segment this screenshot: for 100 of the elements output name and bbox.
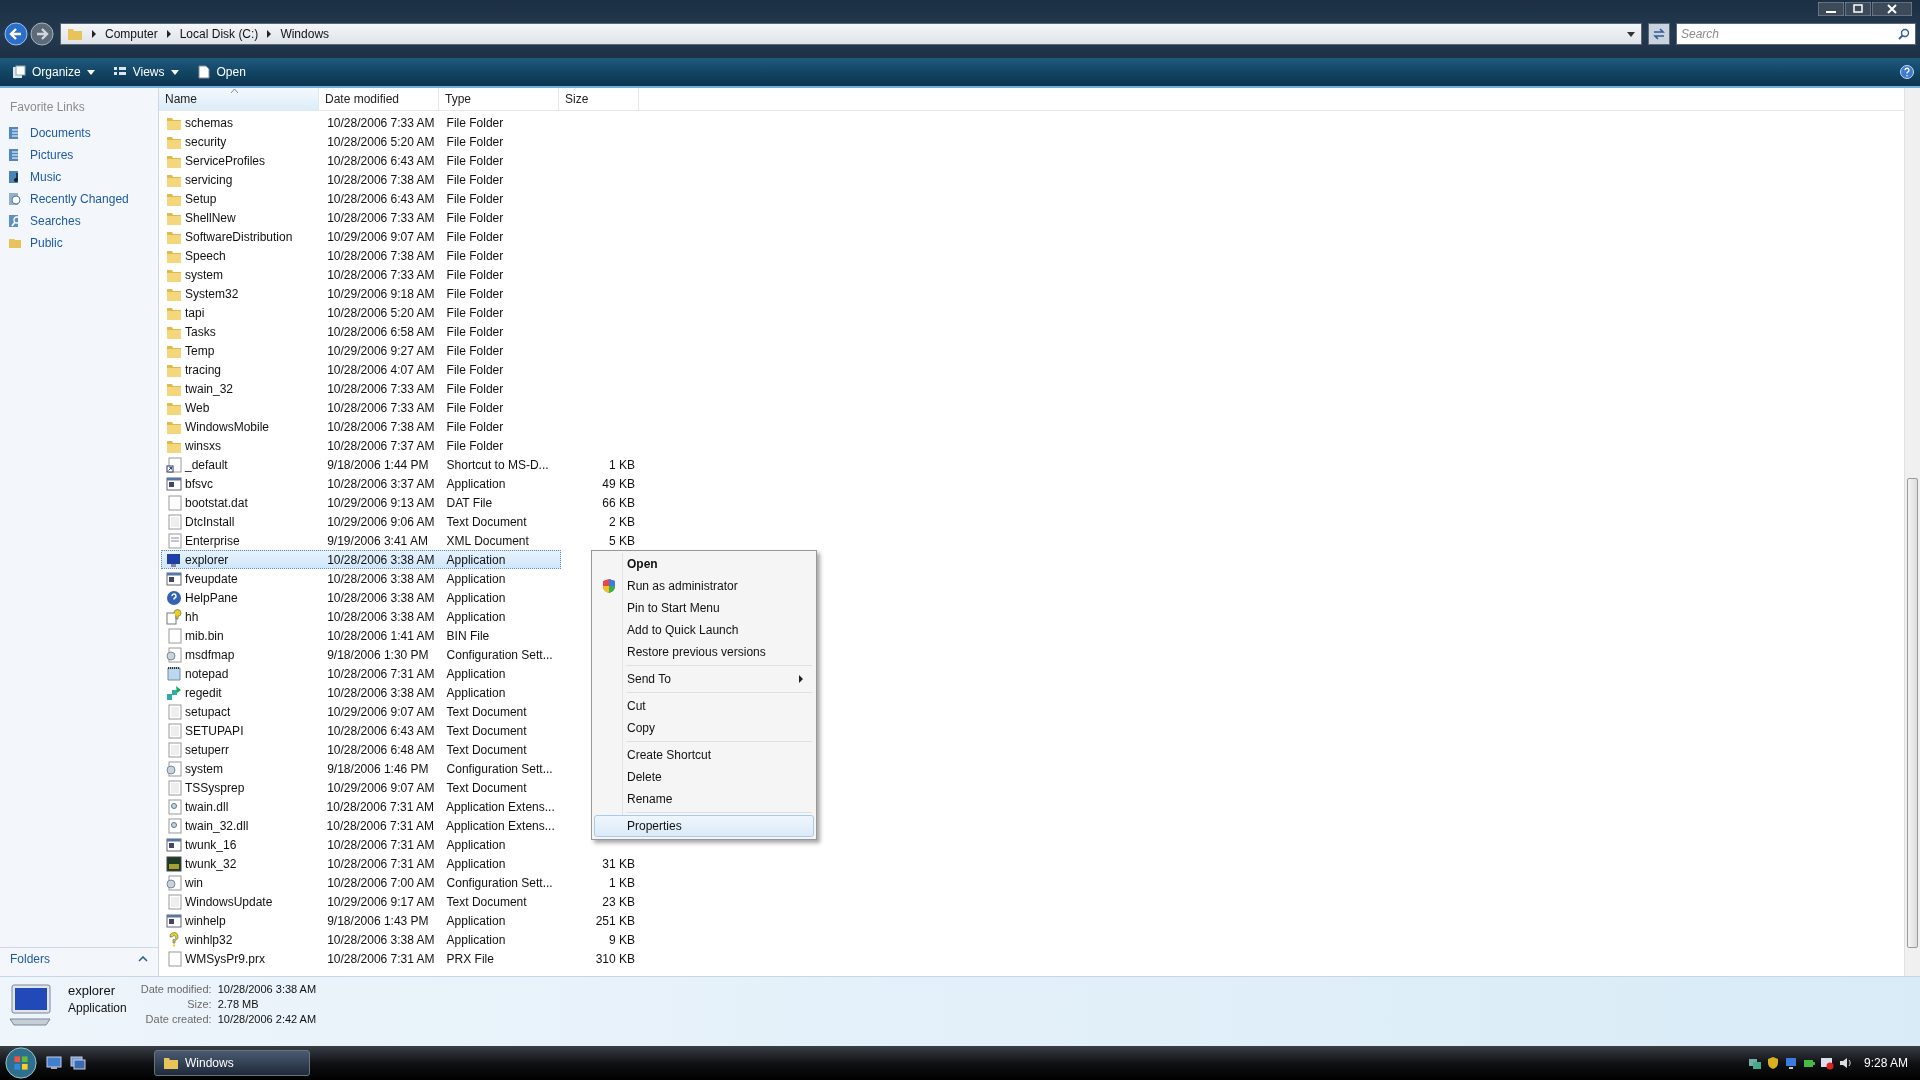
file-row[interactable]: winhelp 9/18/2006 1:43 PM Application — [161, 911, 561, 930]
column-header[interactable]: Type — [439, 88, 559, 110]
file-row[interactable]: setupact 10/29/2006 9:07 AM Text Document — [161, 702, 561, 721]
file-row[interactable]: notepad 10/28/2006 7:31 AM Application — [161, 664, 561, 683]
favorite-link[interactable]: Music — [0, 166, 158, 188]
taskbar-button[interactable]: Windows — [154, 1050, 310, 1076]
address-bar[interactable]: Computer Local Disk (C:) Windows — [60, 23, 1642, 45]
folders-pane-toggle[interactable]: Folders — [0, 947, 158, 970]
file-row[interactable]: WindowsMobile 10/28/2006 7:38 AM File Folder — [161, 417, 561, 436]
file-row[interactable]: winhlp32 10/28/2006 3:38 AM Application — [161, 930, 561, 949]
file-row[interactable]: schemas 10/28/2006 7:33 AM File Folder — [161, 113, 561, 132]
file-row[interactable]: msdfmap 9/18/2006 1:30 PM Configuration Sett... — [161, 645, 561, 664]
shield-icon[interactable] — [1765, 1056, 1780, 1070]
breadcrumb[interactable]: Computer — [105, 27, 158, 41]
file-row[interactable]: ServiceProfiles 10/28/2006 6:43 AM File Folder — [161, 151, 561, 170]
help-icon[interactable] — [1900, 65, 1914, 79]
file-row[interactable]: fveupdate 10/28/2006 3:38 AM Application — [161, 569, 561, 588]
file-row[interactable]: Tasks 10/28/2006 6:58 AM File Folder — [161, 322, 561, 341]
column-header[interactable]: Name — [159, 88, 319, 110]
breadcrumb[interactable]: Windows — [280, 27, 330, 41]
chevron-icon[interactable] — [91, 30, 97, 38]
file-row[interactable]: twain_32.dll 10/28/2006 7:31 AM Application Extens... — [161, 816, 561, 835]
link-label: Searches — [30, 214, 81, 228]
file-row[interactable]: explorer 10/28/2006 3:38 AM Application — [161, 550, 561, 569]
toolbar-button[interactable]: Organize — [6, 62, 101, 82]
favorite-link[interactable]: Documents — [0, 122, 158, 144]
menu-item[interactable]: Add to Quick Launch — [594, 619, 814, 641]
menu-item[interactable]: Rename — [594, 788, 814, 810]
search-icon[interactable] — [1898, 28, 1910, 40]
file-row[interactable]: SoftwareDistribution 10/29/2006 9:07 AM File Folder — [161, 227, 561, 246]
favorite-link[interactable]: Searches — [0, 210, 158, 232]
file-row[interactable]: hh 10/28/2006 3:38 AM Application — [161, 607, 561, 626]
start-button[interactable] — [4, 1046, 38, 1080]
file-row[interactable]: setuperr 10/28/2006 6:48 AM Text Document — [161, 740, 561, 759]
menu-item[interactable]: Delete — [594, 766, 814, 788]
file-row[interactable]: system 9/18/2006 1:46 PM Configuration Sett... — [161, 759, 561, 778]
file-row[interactable]: twain.dll 10/28/2006 7:31 AM Application Extens... — [161, 797, 561, 816]
toolbar-button[interactable]: Open — [190, 62, 252, 82]
file-row[interactable]: SETUPAPI 10/28/2006 6:43 AM Text Document — [161, 721, 561, 740]
menu-item[interactable]: Cut — [594, 695, 814, 717]
favorite-link[interactable]: Public — [0, 232, 158, 254]
file-row[interactable]: tapi 10/28/2006 5:20 AM File Folder — [161, 303, 561, 322]
file-name: notepad — [185, 666, 229, 681]
scrollbar[interactable] — [1904, 88, 1920, 976]
menu-item[interactable]: Run as administrator — [594, 575, 814, 597]
file-row[interactable]: twain_32 10/28/2006 7:33 AM File Folder — [161, 379, 561, 398]
desktop-icon[interactable] — [46, 1056, 62, 1070]
column-header[interactable]: Date modified — [319, 88, 439, 110]
maximize-icon[interactable] — [1845, 2, 1871, 16]
file-row[interactable]: WMSysPr9.prx 10/28/2006 7:31 AM PRX File — [161, 949, 561, 968]
menu-item[interactable]: Restore previous versions — [594, 641, 814, 663]
file-row[interactable]: WindowsUpdate 10/29/2006 9:17 AM Text Document — [161, 892, 561, 911]
file-row[interactable]: System32 10/29/2006 9:18 AM File Folder — [161, 284, 561, 303]
file-row[interactable]: tracing 10/28/2006 4:07 AM File Folder — [161, 360, 561, 379]
file-row[interactable]: regedit 10/28/2006 3:38 AM Application — [161, 683, 561, 702]
search-field[interactable]: Search — [1676, 23, 1916, 45]
file-row[interactable]: _default 9/18/2006 1:44 PM Shortcut to MS-D... — [161, 455, 561, 474]
toolbar-button[interactable]: Views — [106, 62, 185, 82]
file-row[interactable]: twunk_16 10/28/2006 7:31 AM Application — [161, 835, 561, 854]
file-row[interactable]: bfsvc 10/28/2006 3:37 AM Application — [161, 474, 561, 493]
file-row[interactable]: Setup 10/28/2006 6:43 AM File Folder — [161, 189, 561, 208]
file-row[interactable]: Temp 10/29/2006 9:27 AM File Folder — [161, 341, 561, 360]
back-icon[interactable] — [4, 22, 28, 46]
favorite-link[interactable]: Pictures — [0, 144, 158, 166]
menu-item[interactable]: Copy — [594, 717, 814, 739]
menu-item[interactable]: Properties — [594, 815, 814, 837]
chevron-icon[interactable] — [165, 30, 172, 38]
clock[interactable]: 9:28 AM — [1863, 1056, 1908, 1070]
file-row[interactable]: Enterprise 9/19/2006 3:41 AM XML Document — [161, 531, 561, 550]
refresh-icon[interactable] — [1648, 23, 1670, 45]
file-row[interactable]: twunk_32 10/28/2006 7:31 AM Application — [161, 854, 561, 873]
menu-item[interactable]: Open — [594, 553, 814, 575]
file-row[interactable]: bootstat.dat 10/29/2006 9:13 AM DAT File — [161, 493, 561, 512]
minimize-icon[interactable] — [1818, 2, 1844, 16]
file-row[interactable]: TSSysprep 10/29/2006 9:07 AM Text Document — [161, 778, 561, 797]
breadcrumb[interactable]: Local Disk (C:) — [179, 27, 259, 41]
file-row[interactable]: Web 10/28/2006 7:33 AM File Folder — [161, 398, 561, 417]
file-row[interactable]: DtcInstall 10/29/2006 9:06 AM Text Document — [161, 512, 561, 531]
menu-item[interactable]: Pin to Start Menu — [594, 597, 814, 619]
column-header[interactable]: Size — [559, 88, 639, 110]
chevron-icon[interactable] — [266, 30, 273, 38]
file-row[interactable]: ShellNew 10/28/2006 7:33 AM File Folder — [161, 208, 561, 227]
file-row[interactable]: Speech 10/28/2006 7:38 AM File Folder — [161, 246, 561, 265]
file-row[interactable]: winsxs 10/28/2006 7:37 AM File Folder — [161, 436, 561, 455]
menu-item[interactable]: Send To — [594, 668, 814, 690]
window-switch-icon[interactable] — [70, 1056, 86, 1070]
date-modified: 10/28/2006 5:20 AM — [326, 134, 436, 149]
dropdown-icon[interactable] — [1627, 31, 1635, 37]
close-icon[interactable] — [1872, 2, 1912, 16]
file-row[interactable]: win 10/28/2006 7:00 AM Configuration Sett... — [161, 873, 561, 892]
date-modified: 9/18/2006 1:30 PM — [326, 647, 430, 662]
speaker-icon[interactable] — [1837, 1056, 1852, 1070]
file-row[interactable]: mib.bin 10/28/2006 1:41 AM BIN File — [161, 626, 561, 645]
file-row[interactable]: HelpPane 10/28/2006 3:38 AM Application — [161, 588, 561, 607]
file-row[interactable]: servicing 10/28/2006 7:38 AM File Folder — [161, 170, 561, 189]
forward-icon[interactable] — [30, 22, 54, 46]
file-row[interactable]: system 10/28/2006 7:33 AM File Folder — [161, 265, 561, 284]
file-row[interactable]: security 10/28/2006 5:20 AM File Folder — [161, 132, 561, 151]
menu-item[interactable]: Create Shortcut — [594, 744, 814, 766]
favorite-link[interactable]: Recently Changed — [0, 188, 158, 210]
